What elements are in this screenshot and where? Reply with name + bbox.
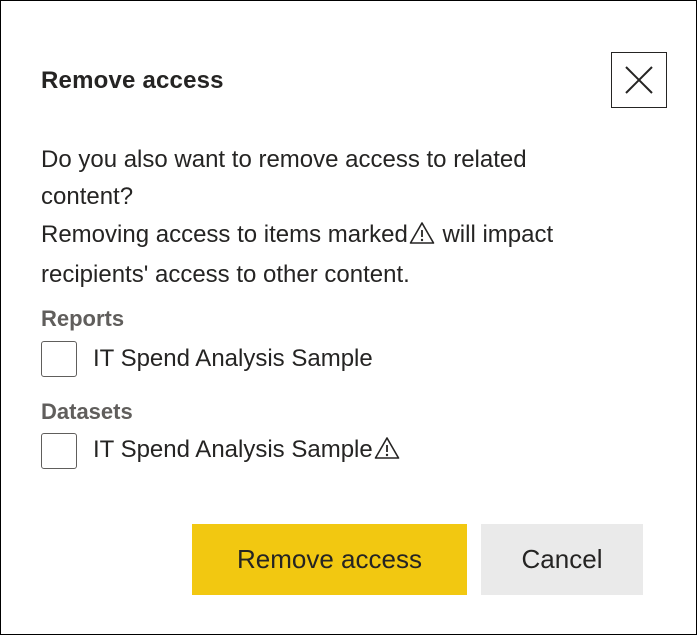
item-label-dataset: IT Spend Analysis Sample (93, 436, 401, 467)
item-label-report: IT Spend Analysis Sample (93, 345, 373, 372)
dialog-message-question: Do you also want to remove access to rel… (41, 146, 527, 210)
remove-access-dialog: Remove access Do you also want to remove… (0, 0, 697, 635)
warning-icon (409, 219, 435, 256)
warning-icon (374, 436, 400, 467)
close-button[interactable] (611, 52, 667, 108)
item-label-dataset-text: IT Spend Analysis Sample (93, 435, 373, 463)
remove-access-button[interactable]: Remove access (192, 524, 467, 595)
checkbox-dataset-it-spend[interactable] (41, 433, 77, 469)
dialog-message-warning: Removing access to items marked will imp… (41, 216, 621, 293)
list-item-report: IT Spend Analysis Sample (41, 340, 373, 378)
close-icon (625, 66, 653, 94)
dialog-title: Remove access (41, 67, 224, 94)
section-heading-datasets: Datasets (41, 399, 133, 424)
section-heading-reports: Reports (41, 306, 125, 331)
list-item-dataset: IT Spend Analysis Sample (41, 432, 401, 470)
checkbox-report-it-spend[interactable] (41, 341, 77, 377)
cancel-button[interactable]: Cancel (481, 524, 643, 595)
message-text-before-icon: Removing access to items marked (41, 221, 408, 248)
